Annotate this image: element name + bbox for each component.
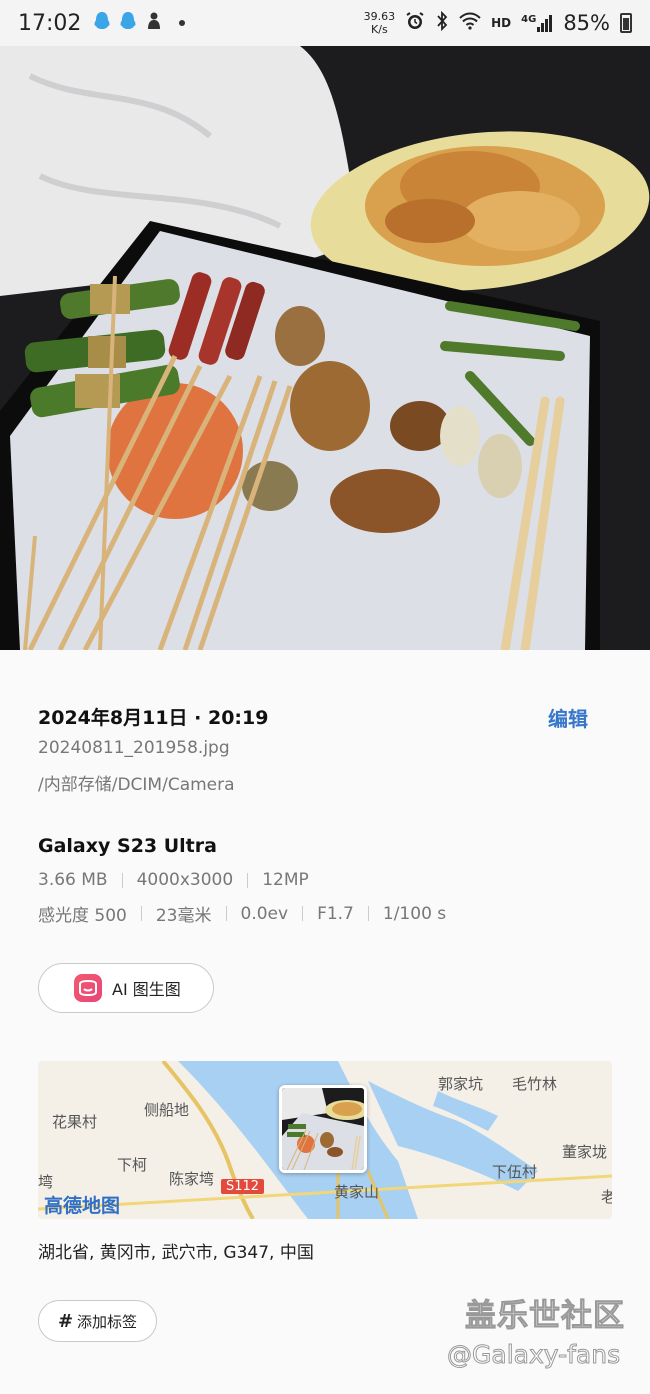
megapixels: 12MP: [262, 870, 309, 890]
network-speed: 39.63 K/s: [364, 10, 396, 36]
file-name: 20240811_201958.jpg: [38, 738, 230, 758]
camera-specs: 感光度 500 23毫米 0.0ev F1.7 1/100 s: [38, 901, 447, 927]
ai-button-label: AI 图生图: [112, 980, 181, 999]
map-label: 下伍村: [492, 1163, 538, 1181]
divider: [247, 872, 249, 888]
file-path: /内部存储/DCIM/Camera: [38, 775, 235, 795]
net-speed-unit: K/s: [371, 23, 388, 36]
network-type: 4G: [521, 14, 537, 25]
hashtag-icon: #: [57, 1310, 74, 1332]
map-provider-logo: 高德地图: [44, 1195, 121, 1217]
battery-percent: 85%: [563, 11, 610, 35]
status-bar: 17:02 39.63 K/s HD 4G 85%: [0, 0, 650, 46]
ai-image-button[interactable]: AI 图生图: [38, 963, 214, 1013]
battery-icon: [620, 13, 632, 33]
details-panel: 2024年8月11日 · 20:19 编辑 20240811_201958.jp…: [0, 650, 650, 1394]
add-tag-button[interactable]: # 添加标签: [38, 1300, 157, 1342]
ai-app-icon: [74, 974, 102, 1002]
map-photo-thumbnail[interactable]: [279, 1085, 367, 1173]
shutter-speed: 1/100 s: [382, 903, 447, 924]
status-time: 17:02: [18, 10, 82, 36]
hd-label: HD: [491, 16, 512, 30]
map-label: 老: [601, 1188, 612, 1206]
map-label: 塆: [38, 1173, 54, 1191]
add-tag-label: 添加标签: [77, 1312, 138, 1331]
resolution: 4000x3000: [136, 870, 234, 890]
net-speed-value: 39.63: [363, 10, 396, 23]
signal-icon: 4G: [521, 14, 553, 32]
watermark-handle: @Galaxy-fans: [446, 1340, 621, 1370]
map-label: 毛竹林: [512, 1075, 558, 1093]
wifi-icon: [459, 12, 481, 34]
divider: [225, 906, 227, 921]
photo-illustration: [0, 46, 650, 650]
location-map[interactable]: 郭家坑 毛竹林 花果村 侧船地 董家垅 下柯 陈家塆 下伍村 塆 黄家山 老 S…: [38, 1061, 612, 1219]
qq-icon: [119, 11, 137, 36]
watermark-title: 盖乐世社区: [465, 1298, 625, 1335]
map-label: 花果村: [52, 1113, 98, 1131]
divider: [302, 906, 304, 921]
location-address: 湖北省, 黄冈市, 武穴市, G347, 中国: [38, 1243, 314, 1263]
photo-image[interactable]: [0, 46, 650, 650]
file-specs: 3.66 MB 4000x3000 12MP: [38, 870, 309, 890]
map-label: 下柯: [117, 1156, 148, 1174]
map-label: 黄家山: [334, 1183, 380, 1201]
focal-length: 23毫米: [155, 906, 212, 926]
qq-icon: [93, 11, 111, 36]
map-label: 郭家坑: [438, 1075, 484, 1093]
alarm-icon: [405, 11, 425, 35]
divider: [367, 906, 369, 921]
bluetooth-icon: [435, 10, 449, 35]
date-time: 2024年8月11日 · 20:19: [38, 707, 269, 729]
divider: [140, 906, 142, 921]
map-label: 陈家塆: [169, 1170, 215, 1188]
more-dot-icon: [179, 20, 186, 26]
exposure: 0.0ev: [240, 903, 289, 924]
device-name: Galaxy S23 Ultra: [38, 835, 217, 857]
map-label: 侧船地: [144, 1101, 190, 1119]
divider: [121, 872, 123, 888]
iso: 感光度 500: [38, 906, 127, 926]
aperture: F1.7: [317, 903, 354, 924]
road-tag: S112: [221, 1179, 265, 1194]
app-notification-icon: [145, 11, 163, 36]
thumbnail-image: [282, 1088, 364, 1170]
file-size: 3.66 MB: [38, 870, 108, 890]
map-label: 董家垅: [562, 1143, 608, 1161]
edit-button[interactable]: 编辑: [548, 703, 588, 732]
